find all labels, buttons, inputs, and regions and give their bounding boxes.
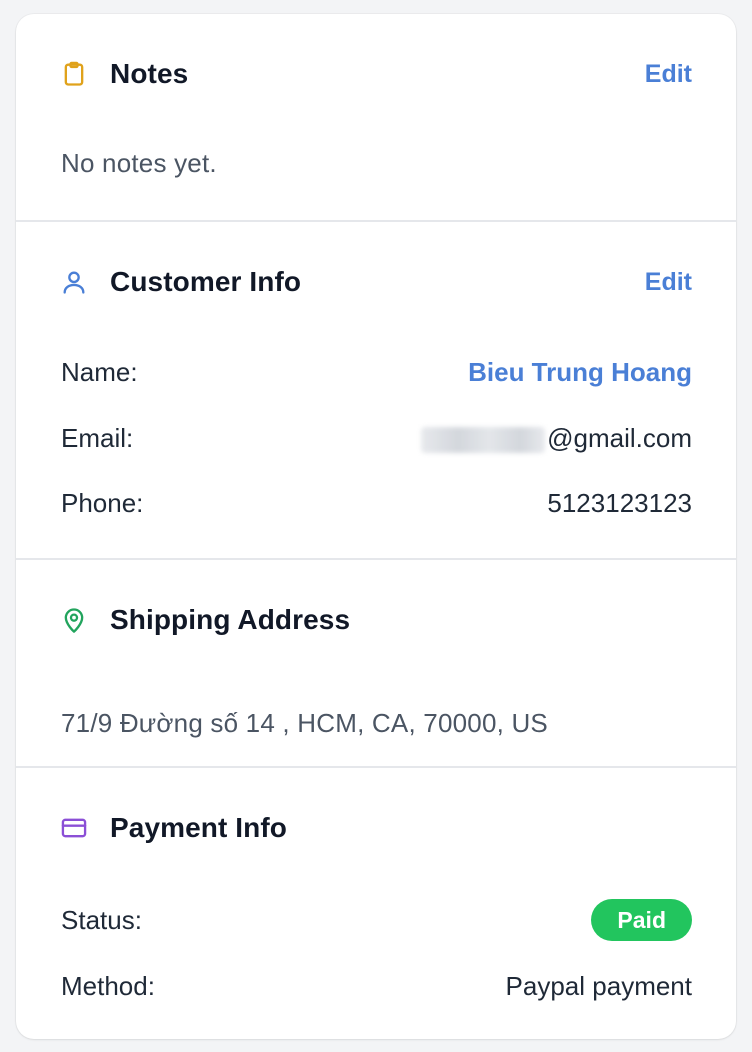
notes-header: Notes Edit <box>60 54 692 94</box>
customer-name-row: Name: Bieu Trung Hoang <box>61 354 692 390</box>
customer-edit-button[interactable]: Edit <box>645 268 692 297</box>
customer-email-row: Email: @gmail.com <box>61 420 692 456</box>
clipboard-icon <box>60 60 88 88</box>
shipping-address-header: Shipping Address <box>60 600 692 640</box>
email-value: @gmail.com <box>421 423 692 454</box>
redacted-email-blur <box>421 426 546 453</box>
customer-info-header: Customer Info Edit <box>60 262 692 302</box>
payment-info-section: Payment Info Status: Paid Method: Paypal… <box>16 768 736 1039</box>
status-badge: Paid <box>591 899 692 941</box>
payment-status-row: Status: Paid <box>61 898 692 942</box>
notes-title: Notes <box>110 58 189 89</box>
phone-value: 5123123123 <box>547 487 692 518</box>
shipping-address-title: Shipping Address <box>110 604 351 635</box>
customer-info-title: Customer Info <box>110 266 302 297</box>
credit-card-icon <box>60 814 88 842</box>
notes-section: Notes Edit No notes yet. <box>16 14 736 220</box>
phone-label: Phone: <box>61 487 144 518</box>
email-domain: @gmail.com <box>547 422 692 453</box>
payment-method-row: Method: Paypal payment <box>61 968 692 1004</box>
method-value: Paypal payment <box>505 970 692 1001</box>
name-label: Name: <box>61 356 138 387</box>
notes-empty-text: No notes yet. <box>61 148 217 178</box>
user-icon <box>60 268 88 296</box>
payment-info-header: Payment Info <box>60 808 692 848</box>
shipping-address-text: 71/9 Đường số 14 , HCM, CA, 70000, US <box>61 708 548 738</box>
shipping-address-section: Shipping Address 71/9 Đường số 14 , HCM,… <box>16 560 736 766</box>
customer-name-link[interactable]: Bieu Trung Hoang <box>468 357 692 388</box>
notes-edit-button[interactable]: Edit <box>645 60 692 89</box>
email-label: Email: <box>61 422 134 453</box>
order-sidebar-card: Notes Edit No notes yet. Customer Info E… <box>16 14 736 1039</box>
map-pin-icon <box>60 606 88 634</box>
method-label: Method: <box>61 970 155 1001</box>
status-label: Status: <box>61 904 142 935</box>
payment-info-title: Payment Info <box>110 812 288 843</box>
customer-info-section: Customer Info Edit Name: Bieu Trung Hoan… <box>16 222 736 558</box>
customer-phone-row: Phone: 5123123123 <box>61 485 692 521</box>
